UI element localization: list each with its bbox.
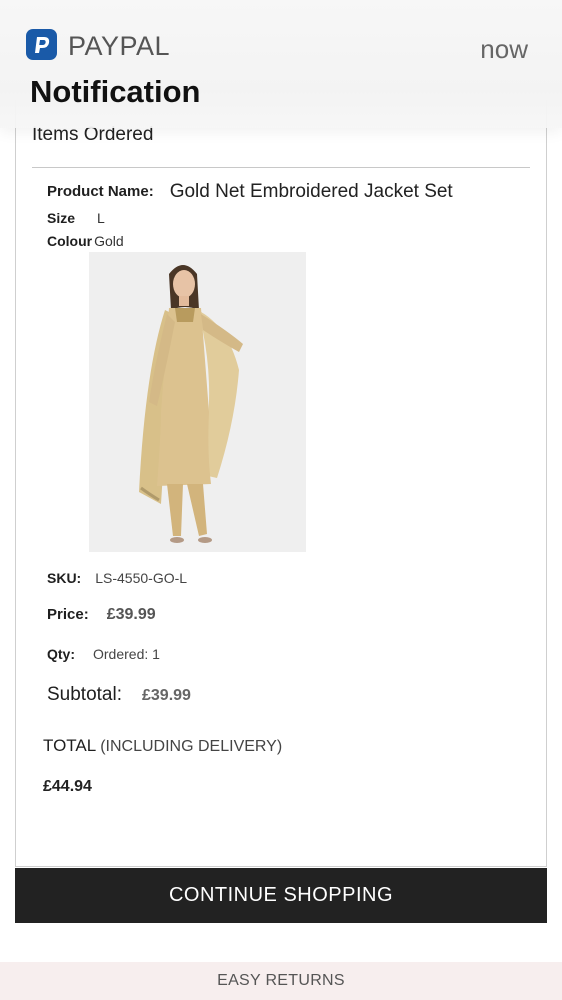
total-note: (INCLUDING DELIVERY): [100, 738, 283, 755]
notification-app-name: PAYPAL: [68, 31, 171, 61]
notification-title: Notification: [30, 74, 201, 109]
notification-time: now: [480, 34, 528, 64]
subtotal-value: £39.99: [142, 687, 191, 704]
subtotal-row: Subtotal: £39.99: [47, 684, 191, 706]
product-image[interactable]: [89, 252, 306, 552]
notification-banner[interactable]: PAYPAL now Notification: [0, 0, 562, 128]
sku-value: LS-4550-GO-L: [95, 570, 188, 586]
order-card: Items Ordered Product Name: Gold Net Embr…: [15, 100, 547, 867]
colour-label: Colour: [47, 233, 93, 249]
size-label: Size: [47, 210, 76, 226]
subtotal-label: Subtotal:: [47, 684, 122, 705]
price-label: Price:: [47, 606, 89, 623]
divider: [32, 167, 530, 168]
colour-value: Gold: [94, 233, 124, 249]
qty-label: Qty:: [47, 646, 75, 662]
product-name-row: Product Name: Gold Net Embroidered Jacket…: [47, 180, 453, 202]
total-value: £44.94: [43, 778, 92, 795]
paypal-logo-glyph: [34, 36, 49, 53]
qty-row: Qty: Ordered: 1: [47, 646, 160, 662]
paypal-icon: [26, 29, 57, 60]
continue-shopping-button[interactable]: CONTINUE SHOPPING: [15, 868, 547, 923]
product-name: Gold Net Embroidered Jacket Set: [169, 181, 453, 202]
sku-row: SKU: LS-4550-GO-L: [47, 570, 187, 586]
total-label: TOTAL: [43, 736, 97, 755]
colour-row: Colour Gold: [47, 233, 124, 249]
easy-returns-label: EASY RETURNS: [217, 972, 345, 989]
sku-label: SKU:: [47, 570, 82, 586]
total-row: TOTAL (INCLUDING DELIVERY): [43, 736, 282, 756]
size-value: L: [97, 210, 105, 226]
qty-value: Ordered: 1: [93, 646, 160, 662]
product-name-label: Product Name:: [47, 183, 154, 200]
price-row: Price: £39.99: [47, 606, 156, 624]
product-photo: [89, 252, 306, 552]
easy-returns-link[interactable]: EASY RETURNS: [0, 962, 562, 1000]
price-value: £39.99: [106, 606, 156, 623]
size-row: Size L: [47, 210, 105, 226]
